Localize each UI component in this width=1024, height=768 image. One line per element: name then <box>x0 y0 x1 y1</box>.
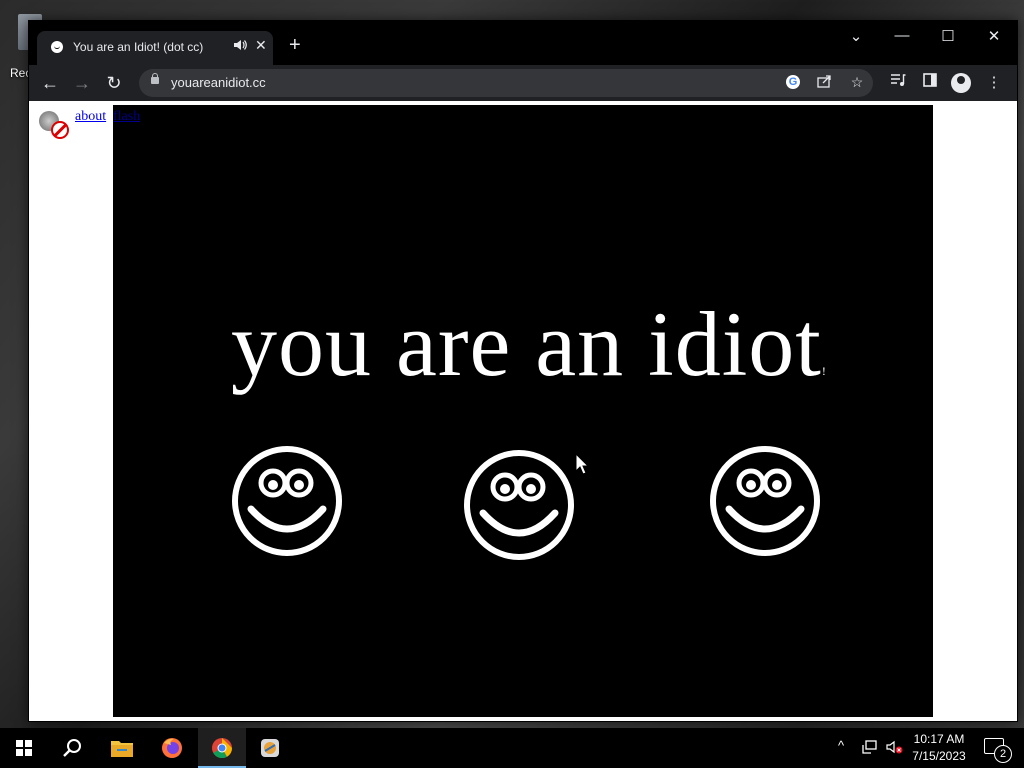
browser-toolbar: ← → ↻ youareanidiot.cc G ☆ ⋮ <box>29 65 1017 101</box>
url-text[interactable]: youareanidiot.cc <box>171 75 266 90</box>
speaker-icon[interactable] <box>233 39 247 54</box>
mouse-cursor-icon <box>575 453 589 475</box>
google-lens-icon[interactable]: G <box>786 75 800 89</box>
forward-button[interactable]: → <box>71 73 93 93</box>
media-control-icon[interactable] <box>887 73 909 91</box>
volume-muted-icon[interactable] <box>886 740 904 757</box>
search-icon[interactable] <box>48 728 96 768</box>
taskbar: ^ 10:17 AM 7/15/2023 2 <box>0 728 1024 768</box>
close-window-button[interactable]: ✕ <box>979 27 1009 45</box>
smiley-face-icon <box>464 450 574 560</box>
flash-link[interactable]: flash <box>113 109 140 125</box>
tab-title: You are an Idiot! (dot cc) <box>73 40 204 54</box>
tab-close-icon[interactable]: ✕ <box>255 37 267 54</box>
headline-text: you are an idiot! <box>231 293 827 395</box>
windows-start-icon[interactable] <box>0 728 48 768</box>
browser-window: You are an Idiot! (dot cc) ✕ + ⌄ — ☐ ✕ ←… <box>28 20 1018 722</box>
smiley-favicon-icon <box>51 41 63 53</box>
menu-icon[interactable]: ⋮ <box>983 73 1005 91</box>
smiley-face-icon <box>232 446 342 556</box>
address-bar[interactable]: youareanidiot.cc G ☆ <box>139 69 873 97</box>
desktop-icon-recycle-bin[interactable]: Rec <box>4 8 42 80</box>
browser-tab[interactable]: You are an Idiot! (dot cc) ✕ <box>37 31 273 65</box>
notification-count-badge: 2 <box>994 745 1012 763</box>
title-bar: You are an Idiot! (dot cc) ✕ + ⌄ — ☐ ✕ <box>29 21 1017 65</box>
profile-icon[interactable] <box>951 73 971 93</box>
app-icon[interactable] <box>246 728 294 768</box>
flash-stage: you are an idiot! <box>113 105 933 717</box>
new-tab-button[interactable]: + <box>289 35 301 55</box>
smiley-face-icon <box>710 446 820 556</box>
clock-date: 7/15/2023 <box>912 749 966 763</box>
reload-button[interactable]: ↻ <box>103 73 125 93</box>
chrome-icon[interactable] <box>198 728 246 768</box>
network-icon[interactable] <box>862 740 878 757</box>
system-clock[interactable]: 10:17 AM 7/15/2023 <box>904 731 974 765</box>
lock-icon[interactable] <box>151 73 159 84</box>
about-link[interactable]: about <box>75 109 106 125</box>
star-icon[interactable]: ☆ <box>848 74 866 91</box>
maximize-button[interactable]: ☐ <box>933 27 963 45</box>
file-explorer-icon[interactable] <box>98 728 146 768</box>
page-content: about you are an idiot! flash <box>29 101 1017 721</box>
back-button[interactable]: ← <box>39 73 61 93</box>
tab-search-icon[interactable]: ⌄ <box>841 27 871 45</box>
minimize-button[interactable]: — <box>887 27 917 44</box>
tray-chevron-icon[interactable]: ^ <box>838 738 844 753</box>
side-panel-icon[interactable] <box>919 73 941 91</box>
mute-sound-icon[interactable] <box>37 107 69 139</box>
share-icon[interactable] <box>816 74 834 91</box>
clock-time: 10:17 AM <box>913 732 965 746</box>
firefox-icon[interactable] <box>148 728 196 768</box>
